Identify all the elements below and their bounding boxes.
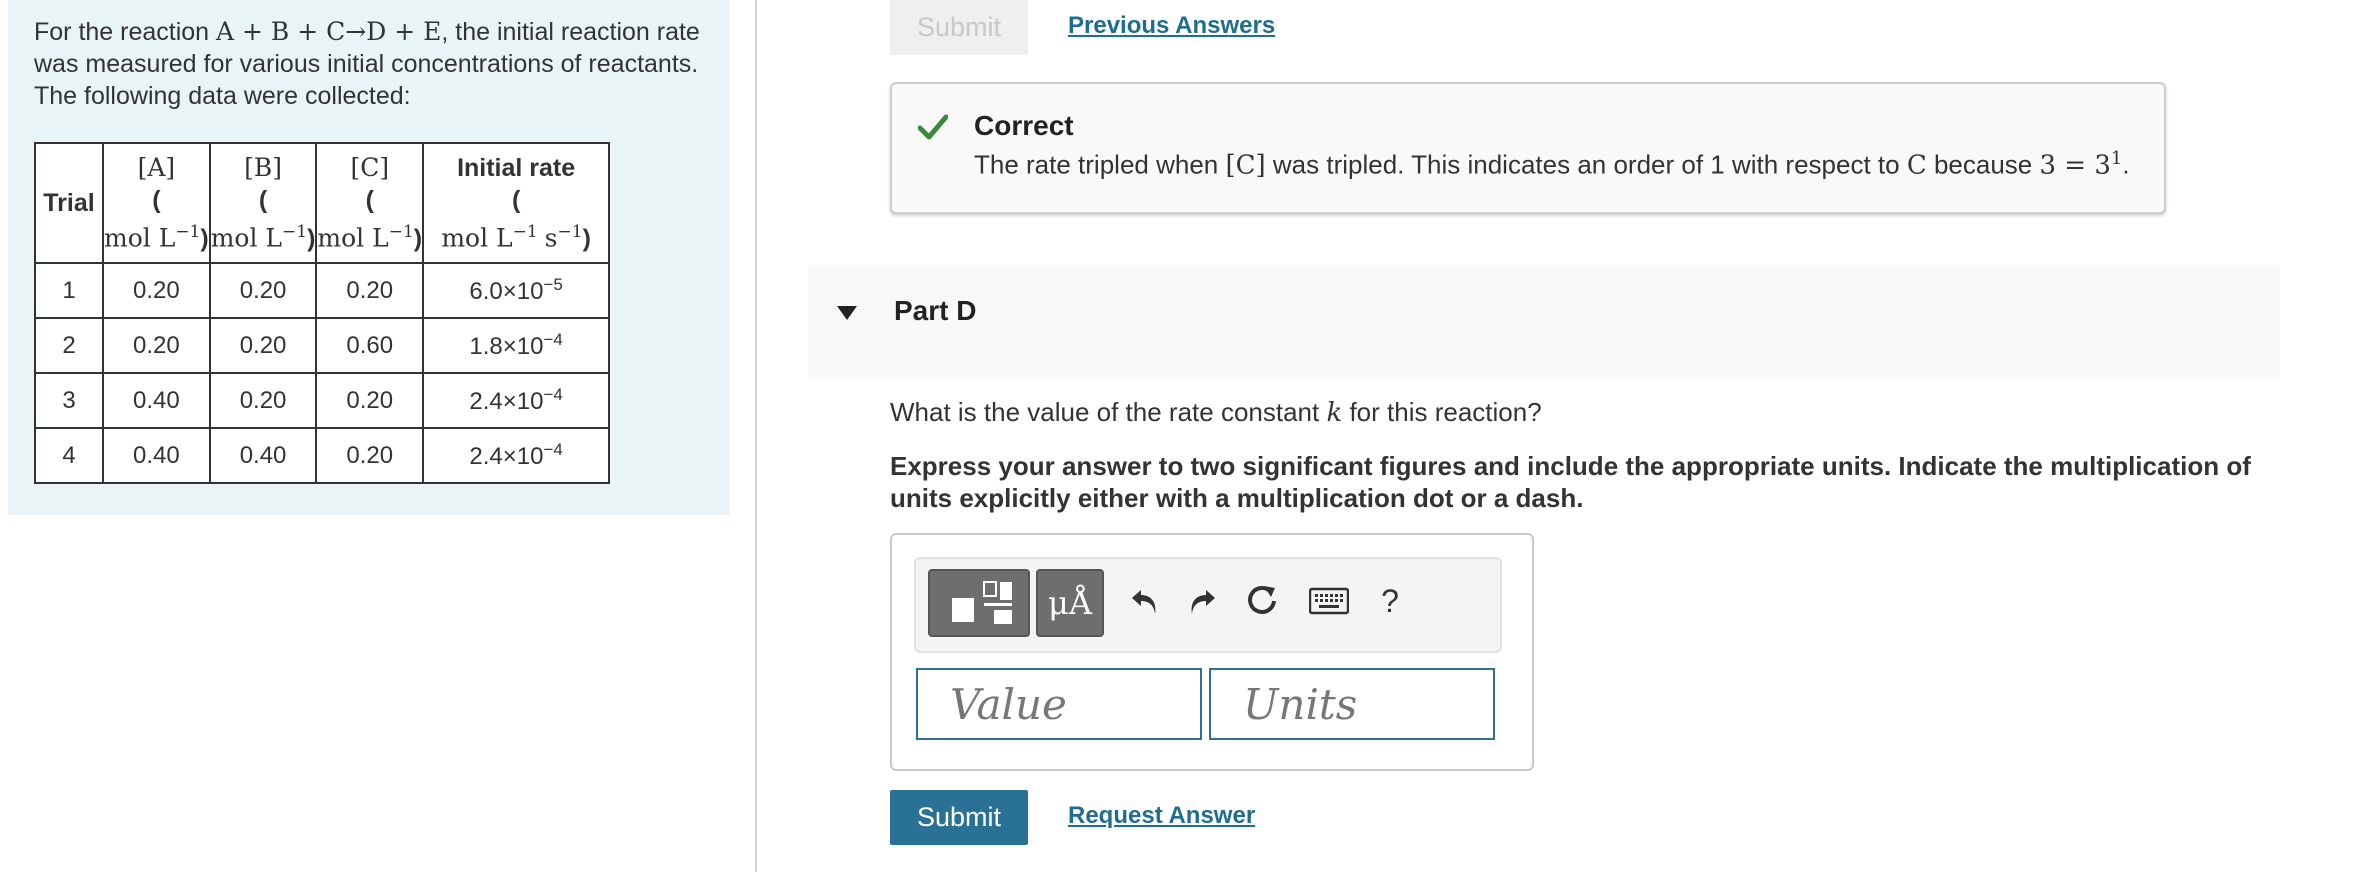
panel-divider	[755, 0, 757, 872]
header-conc-c: [C] ( mol L−1)	[315, 142, 425, 264]
submit-button-disabled: Submit	[890, 0, 1028, 55]
reset-icon	[1248, 585, 1276, 614]
units-input[interactable]	[1209, 668, 1495, 740]
table-row: 1 0.20 0.20 0.20 6.0×10−5	[34, 262, 611, 319]
help-button[interactable]: ?	[1366, 573, 1414, 629]
request-answer-link[interactable]: Request Answer	[1068, 802, 1255, 830]
feedback-title: Correct	[974, 110, 1074, 141]
templates-icon	[952, 581, 1012, 624]
table-row: 2 0.20 0.20 0.60 1.8×10−4	[34, 317, 611, 374]
reaction-equation: A + B + C→D + E	[216, 17, 442, 46]
value-input[interactable]	[916, 668, 1202, 740]
answer-box: μÅ ? Value Units	[890, 533, 1534, 771]
caret-down-icon[interactable]	[836, 305, 858, 321]
header-trial: Trial	[34, 142, 104, 264]
header-initial-rate: Initial rate ( mol L−1 s−1)	[422, 142, 611, 264]
previous-answers-link[interactable]: Previous Answers	[1068, 12, 1275, 40]
part-d-header[interactable]: Part D	[808, 265, 2280, 377]
keyboard-button[interactable]	[1301, 577, 1357, 625]
table-row: 4 0.40 0.40 0.20 2.4×10−4	[34, 427, 611, 484]
header-conc-a: [A] ( mol L−1)	[102, 142, 211, 264]
checkmark-icon	[918, 114, 948, 140]
problem-intro: For the reaction A + B + C→D + E, the in…	[34, 17, 700, 110]
table-row: 3 0.40 0.20 0.20 2.4×10−4	[34, 372, 611, 429]
question-text: What is the value of the rate constant k…	[890, 397, 1542, 428]
feedback-box: Correct The rate tripled when [C] was tr…	[890, 82, 2166, 214]
table-header-row: Trial [A] ( mol L−1) [B] ( mol L−1) [C] …	[34, 142, 611, 264]
redo-button[interactable]	[1178, 577, 1226, 625]
answer-instructions: Express your answer to two significant f…	[890, 451, 2251, 513]
rate-data-table: Trial [A] ( mol L−1) [B] ( mol L−1) [C] …	[34, 142, 611, 484]
undo-icon	[1132, 590, 1156, 614]
templates-button[interactable]	[928, 569, 1030, 637]
header-conc-b: [B] ( mol L−1)	[208, 142, 318, 264]
symbols-button[interactable]: μÅ	[1036, 569, 1104, 637]
keyboard-icon	[1309, 587, 1349, 615]
submit-button[interactable]: Submit	[890, 790, 1028, 845]
reset-button[interactable]	[1238, 577, 1286, 625]
math-toolbar: μÅ ?	[914, 557, 1502, 653]
problem-panel: For the reaction A + B + C→D + E, the in…	[8, 0, 730, 515]
redo-icon	[1191, 590, 1215, 614]
undo-button[interactable]	[1121, 577, 1169, 625]
part-d-title: Part D	[894, 295, 977, 326]
feedback-message: The rate tripled when [C] was tripled. T…	[974, 148, 2130, 181]
